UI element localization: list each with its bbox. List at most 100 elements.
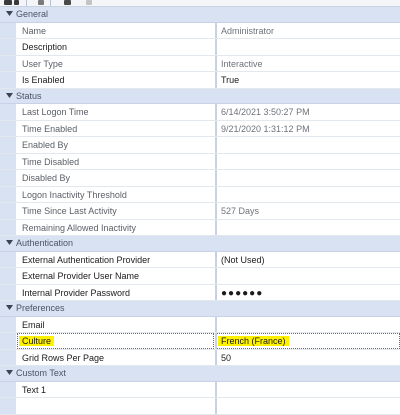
column-splitter[interactable] xyxy=(215,398,217,414)
column-splitter[interactable] xyxy=(215,120,217,136)
sort-icon[interactable] xyxy=(4,0,12,5)
property-row-culture[interactable]: Culture French (France) xyxy=(0,333,400,350)
property-row-name[interactable]: Name Administrator xyxy=(0,22,400,39)
property-name-text: Enabled By xyxy=(22,140,69,150)
collapse-toggle-icon[interactable] xyxy=(6,11,13,18)
category-label: General xyxy=(16,9,49,19)
property-row-time-disabled[interactable]: Time Disabled xyxy=(0,153,400,170)
property-name-text: Grid Rows Per Page xyxy=(22,352,105,363)
column-splitter[interactable] xyxy=(215,22,217,38)
row-gutter xyxy=(0,333,16,349)
row-gutter xyxy=(0,268,16,284)
property-value-text: ●●●●●● xyxy=(221,287,264,299)
column-splitter[interactable] xyxy=(215,55,217,71)
row-gutter xyxy=(0,349,16,365)
password-value[interactable]: ●●●●●● xyxy=(221,288,263,299)
property-row-grid-rows-per-page[interactable]: Grid Rows Per Page 50 xyxy=(0,349,400,366)
row-gutter xyxy=(0,219,16,235)
column-splitter[interactable] xyxy=(215,203,217,219)
property-row-disabled-by[interactable]: Disabled By xyxy=(0,170,400,187)
pages-icon[interactable] xyxy=(86,0,92,5)
properties-icon[interactable] xyxy=(38,0,44,5)
category-status[interactable]: Status xyxy=(0,88,400,104)
property-value-text: Administrator xyxy=(221,25,275,36)
property-name: User Type xyxy=(22,59,212,69)
property-value[interactable]: Administrator xyxy=(221,26,274,36)
column-splitter[interactable] xyxy=(215,104,217,120)
property-name: External Provider User Name xyxy=(22,271,212,281)
property-value[interactable]: French (France) xyxy=(218,336,289,346)
column-splitter[interactable] xyxy=(215,39,217,55)
column-splitter[interactable] xyxy=(215,219,217,235)
column-splitter[interactable] xyxy=(215,170,217,186)
property-value[interactable]: True xyxy=(221,75,239,85)
collapse-toggle-icon[interactable] xyxy=(6,370,13,377)
column-splitter[interactable] xyxy=(215,316,217,332)
property-name-text: Remaining Allowed Inactivity xyxy=(22,222,137,233)
property-value[interactable]: (Not Used) xyxy=(221,255,265,265)
property-name: Culture xyxy=(19,336,212,346)
property-name: Text 1 xyxy=(22,385,212,395)
category-label: Custom Text xyxy=(16,368,66,378)
collapse-toggle-icon[interactable] xyxy=(6,305,13,312)
category-general[interactable]: General xyxy=(0,7,400,23)
categorize-icon[interactable] xyxy=(14,0,19,5)
property-name-text: Name xyxy=(22,25,47,36)
property-grid-toolbar xyxy=(0,0,400,7)
property-row-last-logon-time[interactable]: Last Logon Time 6/14/2021 3:50:27 PM xyxy=(0,104,400,121)
column-splitter[interactable] xyxy=(215,251,217,267)
column-splitter[interactable] xyxy=(215,268,217,284)
property-row-remaining-allowed-inactivity[interactable]: Remaining Allowed Inactivity xyxy=(0,219,400,236)
row-gutter xyxy=(0,120,16,136)
row-gutter xyxy=(0,251,16,267)
property-name-text: Description xyxy=(22,42,68,52)
property-value-text: True xyxy=(221,75,240,85)
property-row-time-since-last-activity[interactable]: Time Since Last Activity 527 Days xyxy=(0,203,400,220)
property-row-external-authentication-provider[interactable]: External Authentication Provider (Not Use… xyxy=(0,251,400,268)
category-authentication[interactable]: Authentication xyxy=(0,236,400,252)
property-row-is-enabled[interactable]: Is Enabled True xyxy=(0,72,400,89)
property-name: Grid Rows Per Page xyxy=(22,353,212,363)
row-gutter xyxy=(0,72,16,88)
property-row-text-1[interactable]: Text 1 xyxy=(0,381,400,398)
property-name-text: Internal Provider Password xyxy=(22,287,131,298)
column-splitter[interactable] xyxy=(215,137,217,153)
property-row-internal-provider-password[interactable]: Internal Provider Password ●●●●●● xyxy=(0,284,400,301)
property-row-external-provider-user-name[interactable]: External Provider User Name xyxy=(0,268,400,285)
column-splitter[interactable] xyxy=(215,186,217,202)
property-row-time-enabled[interactable]: Time Enabled 9/21/2020 1:31:12 PM xyxy=(0,120,400,137)
collapse-toggle-icon[interactable] xyxy=(6,240,13,247)
property-name-text: Text 1 xyxy=(22,384,47,395)
property-name: Enabled By xyxy=(22,140,212,150)
column-splitter[interactable] xyxy=(215,284,217,300)
property-value[interactable]: 6/14/2021 3:50:27 PM xyxy=(221,107,310,117)
property-row-user-type[interactable]: User Type Interactive xyxy=(0,55,400,72)
column-splitter[interactable] xyxy=(215,72,217,88)
row-gutter xyxy=(0,22,16,38)
category-preferences[interactable]: Preferences xyxy=(0,301,400,317)
collapse-toggle-icon[interactable] xyxy=(6,92,13,100)
row-gutter xyxy=(0,186,16,202)
property-row[interactable] xyxy=(0,398,400,415)
property-name: Email xyxy=(22,320,212,330)
toolbar-separator xyxy=(26,0,27,6)
row-gutter xyxy=(0,316,16,332)
events-icon[interactable] xyxy=(64,0,71,5)
column-splitter[interactable] xyxy=(215,153,217,169)
property-name: Name xyxy=(22,26,212,36)
property-value[interactable]: 50 xyxy=(221,353,231,363)
column-splitter[interactable] xyxy=(215,381,217,397)
property-value-text: (Not Used) xyxy=(221,254,265,265)
property-row-description[interactable]: Description xyxy=(0,39,400,56)
property-value[interactable]: 9/21/2020 1:31:12 PM xyxy=(221,124,310,134)
property-row-logon-inactivity-threshold[interactable]: Logon Inactivity Threshold xyxy=(0,186,400,203)
property-row-enabled-by[interactable]: Enabled By xyxy=(0,137,400,154)
property-value[interactable]: Interactive xyxy=(221,59,263,69)
column-splitter[interactable] xyxy=(215,349,217,365)
property-row-email[interactable]: Email xyxy=(0,316,400,333)
category-custom-text[interactable]: Custom Text xyxy=(0,366,400,382)
property-value[interactable]: 527 Days xyxy=(221,206,259,216)
property-name-text: User Type xyxy=(22,58,63,69)
property-value-text: French (France) xyxy=(218,336,289,346)
property-name: Remaining Allowed Inactivity xyxy=(22,223,212,233)
